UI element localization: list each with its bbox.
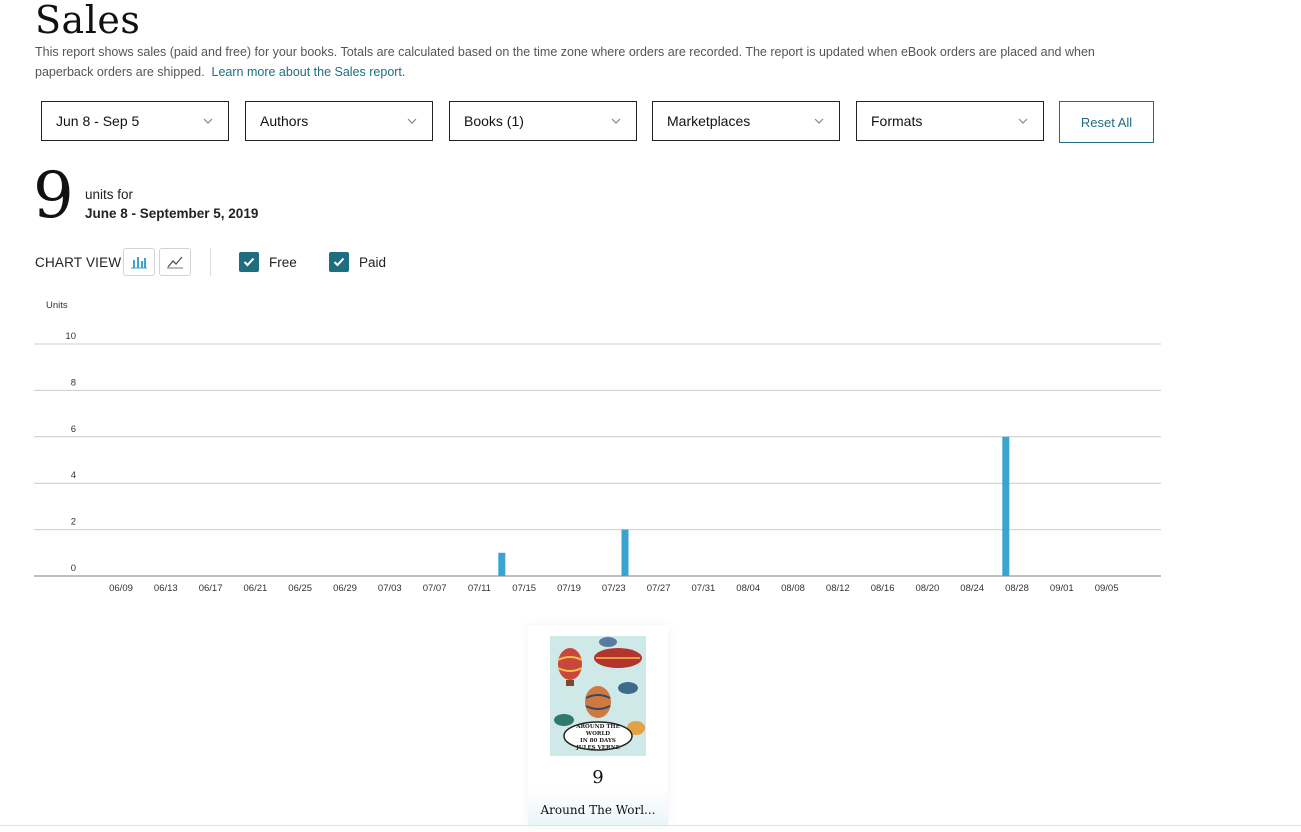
reset-all-button[interactable]: Reset All (1059, 101, 1154, 143)
authors-filter[interactable]: Authors (245, 101, 433, 141)
report-description: This report shows sales (paid and free) … (35, 42, 1135, 82)
x-tick-label: 06/09 (109, 583, 133, 594)
free-checkbox[interactable] (239, 252, 259, 272)
x-tick-label: 06/25 (288, 583, 312, 594)
x-tick-label: 07/19 (557, 583, 581, 594)
authors-filter-label: Authors (260, 113, 309, 129)
y-tick-label: 10 (65, 331, 76, 342)
x-tick-label: 08/08 (781, 583, 805, 594)
x-tick-label: 08/04 (736, 583, 760, 594)
x-tick-label: 07/07 (423, 583, 447, 594)
chevron-down-icon (202, 115, 214, 127)
description-text: This report shows sales (paid and free) … (35, 45, 1095, 79)
x-tick-label: 08/16 (871, 583, 895, 594)
x-tick-label: 06/29 (333, 583, 357, 594)
x-tick-label: 09/01 (1050, 583, 1074, 594)
date-range-filter[interactable]: Jun 8 - Sep 5 (41, 101, 229, 141)
paid-checkbox[interactable] (329, 252, 349, 272)
page-title: Sales (35, 0, 141, 42)
sales-chart: Units 0 2 4 6 8 10 06/09 06/13 06/17 06/21 06/25 0… (34, 300, 1161, 594)
marketplaces-filter-label: Marketplaces (667, 113, 751, 129)
chart-bar[interactable] (621, 529, 629, 576)
date-range-filter-label: Jun 8 - Sep 5 (56, 113, 140, 129)
x-tick-label: 07/03 (378, 583, 402, 594)
cover-text-line-4: JULES VERNE (575, 745, 620, 751)
y-tick-label: 0 (71, 563, 76, 574)
chevron-down-icon (406, 115, 418, 127)
x-tick-label: 06/17 (199, 583, 223, 594)
page-divider (0, 825, 1301, 826)
chart-view-label: CHART VIEW (35, 255, 122, 270)
checkmark-icon (243, 257, 255, 267)
x-tick-label: 06/13 (154, 583, 178, 594)
units-for-label: units for (85, 187, 134, 202)
x-tick-label: 08/12 (826, 583, 850, 594)
x-tick-label: 07/23 (602, 583, 626, 594)
x-tick-label: 08/20 (916, 583, 940, 594)
x-tick-label: 08/24 (960, 583, 984, 594)
x-tick-label: 07/15 (512, 583, 536, 594)
formats-filter[interactable]: Formats (856, 101, 1044, 141)
total-units: 9 (33, 159, 74, 233)
y-tick-label: 8 (71, 377, 76, 388)
marketplaces-filter[interactable]: Marketplaces (652, 101, 840, 141)
line-chart-view-button[interactable] (159, 248, 191, 276)
checkmark-icon (333, 257, 345, 267)
cover-text-line-1: AROUND THE (575, 724, 620, 730)
formats-filter-label: Formats (871, 113, 923, 129)
chart-bar[interactable] (1002, 436, 1010, 576)
chevron-down-icon (813, 115, 825, 127)
books-filter[interactable]: Books (1) (449, 101, 637, 141)
learn-more-link[interactable]: Learn more about the Sales report. (212, 65, 406, 79)
cover-text-line-2: WORLD (585, 731, 610, 737)
book-title: Around The Worl... (540, 803, 656, 817)
x-tick-label: 06/21 (244, 583, 268, 594)
cover-text-line-3: IN 80 DAYS (580, 738, 616, 744)
y-tick-label: 4 (71, 470, 76, 481)
bar-chart-view-button[interactable] (123, 248, 155, 276)
x-tick-label: 07/31 (692, 583, 716, 594)
books-filter-label: Books (1) (464, 113, 524, 129)
book-cover-image: AROUND THE WORLD IN 80 DAYS JULES VERNE (550, 636, 646, 756)
x-tick-label: 09/05 (1095, 583, 1119, 594)
book-units: 9 (592, 767, 604, 788)
x-tick-label: 08/28 (1005, 583, 1029, 594)
x-tick-label: 07/11 (468, 583, 491, 594)
date-range-label: June 8 - September 5, 2019 (85, 206, 259, 221)
x-tick-label: 07/27 (647, 583, 671, 594)
chevron-down-icon (1017, 115, 1029, 127)
chart-bar[interactable] (498, 552, 506, 576)
chevron-down-icon (610, 115, 622, 127)
y-axis-label: Units (46, 300, 68, 311)
y-tick-label: 2 (71, 517, 76, 528)
line-chart-icon (167, 256, 183, 269)
book-card[interactable]: AROUND THE WORLD IN 80 DAYS JULES VERNE … (528, 625, 668, 825)
controls-divider (210, 248, 211, 276)
paid-checkbox-label: Paid (359, 255, 387, 270)
free-checkbox-label: Free (269, 255, 297, 270)
y-tick-label: 6 (71, 424, 76, 435)
bar-chart-icon (131, 257, 147, 269)
